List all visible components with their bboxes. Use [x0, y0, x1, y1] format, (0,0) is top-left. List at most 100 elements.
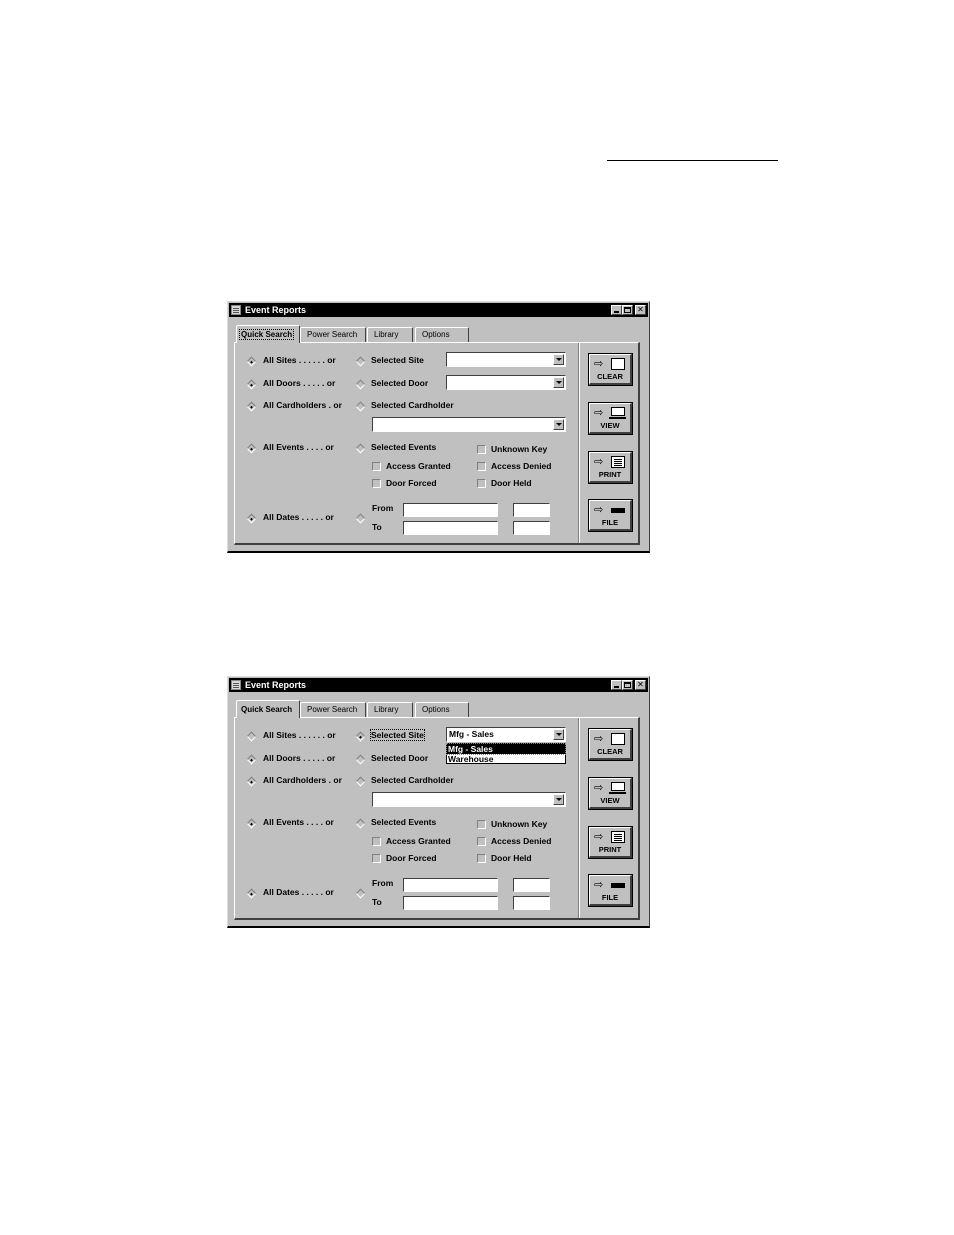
all-cardholders-radio[interactable] [246, 401, 257, 412]
all-dates-radio[interactable] [246, 513, 257, 524]
all-doors-label: All Doors . . . . . or [263, 753, 336, 763]
selected-site-label: Selected Site [371, 355, 424, 365]
from-date-input[interactable] [403, 503, 498, 517]
close-button[interactable]: ✕ [635, 305, 646, 315]
minimize-button[interactable] [611, 305, 622, 315]
selected-site-radio[interactable] [355, 356, 366, 367]
arrow-right-icon: ⇨ [594, 831, 604, 843]
view-button[interactable]: ⇨ VIEW [588, 402, 633, 435]
site-dropdown-list[interactable]: Mfg - Sales Warehouse [446, 743, 566, 764]
all-doors-radio[interactable] [246, 379, 257, 390]
chevron-down-icon[interactable] [553, 354, 564, 365]
access-granted-checkbox[interactable] [372, 837, 381, 846]
all-events-radio[interactable] [246, 443, 257, 454]
arrow-right-icon: ⇨ [594, 407, 604, 419]
tab-options[interactable]: Options [415, 327, 469, 342]
selected-events-label: Selected Events [371, 817, 437, 827]
door-forced-checkbox[interactable] [372, 479, 381, 488]
to-time-input[interactable] [513, 896, 550, 910]
view-button[interactable]: ⇨ VIEW [588, 777, 633, 810]
arrow-right-icon: ⇨ [594, 358, 604, 370]
all-cardholders-label: All Cardholders . or [263, 400, 342, 410]
quick-search-panel: All Sites . . . . . . or Selected Site M… [234, 717, 640, 920]
all-doors-radio[interactable] [246, 754, 257, 765]
access-granted-checkbox[interactable] [372, 462, 381, 471]
access-denied-checkbox[interactable] [477, 837, 486, 846]
print-button[interactable]: ⇨ PRINT [588, 826, 633, 859]
access-denied-checkbox[interactable] [477, 462, 486, 471]
all-cardholders-radio[interactable] [246, 776, 257, 787]
maximize-button[interactable] [622, 305, 633, 315]
selected-door-radio[interactable] [355, 379, 366, 390]
maximize-button[interactable] [622, 680, 633, 690]
selected-events-radio[interactable] [355, 818, 366, 829]
selected-door-radio[interactable] [355, 754, 366, 765]
all-events-radio[interactable] [246, 818, 257, 829]
from-time-input[interactable] [513, 878, 550, 892]
tab-options[interactable]: Options [415, 702, 469, 717]
selected-cardholder-radio[interactable] [355, 776, 366, 787]
file-button[interactable]: ⇨ FILE [588, 499, 633, 532]
title-bar[interactable]: Event Reports ✕ [229, 678, 648, 692]
site-combo[interactable]: Mfg - Sales [446, 727, 566, 742]
door-held-checkbox[interactable] [477, 854, 486, 863]
app-icon[interactable] [231, 305, 241, 315]
door-held-checkbox[interactable] [477, 479, 486, 488]
all-sites-radio[interactable] [246, 356, 257, 367]
site-combo[interactable] [446, 352, 566, 367]
from-date-input[interactable] [403, 878, 498, 892]
from-time-input[interactable] [513, 503, 550, 517]
close-button[interactable]: ✕ [635, 680, 646, 690]
tab-quick-search[interactable]: Quick Search [236, 325, 300, 343]
chevron-down-icon[interactable] [553, 419, 564, 430]
door-forced-label: Door Forced [386, 853, 437, 863]
to-time-input[interactable] [513, 521, 550, 535]
cardholder-combo[interactable] [372, 792, 566, 807]
door-forced-checkbox[interactable] [372, 854, 381, 863]
from-label: From [372, 878, 394, 888]
cardholder-combo[interactable] [372, 417, 566, 432]
selected-cardholder-label: Selected Cardholder [371, 775, 454, 785]
window-title: Event Reports [245, 680, 307, 690]
door-combo[interactable] [446, 375, 566, 390]
unknown-key-checkbox[interactable] [477, 820, 486, 829]
all-dates-radio[interactable] [246, 888, 257, 899]
tab-library[interactable]: Library [367, 327, 413, 342]
site-option-warehouse[interactable]: Warehouse [447, 754, 565, 764]
arrow-right-icon: ⇨ [594, 879, 604, 891]
print-button[interactable]: ⇨ PRINT [588, 451, 633, 484]
chevron-down-icon[interactable] [553, 729, 564, 740]
tab-power-search[interactable]: Power Search [300, 702, 366, 717]
to-date-input[interactable] [403, 896, 498, 910]
file-button[interactable]: ⇨ FILE [588, 874, 633, 907]
chevron-down-icon[interactable] [553, 794, 564, 805]
tab-library[interactable]: Library [367, 702, 413, 717]
document-icon [611, 831, 625, 843]
arrow-right-icon: ⇨ [594, 733, 604, 745]
chevron-down-icon[interactable] [553, 377, 564, 388]
app-icon[interactable] [231, 680, 241, 690]
tab-power-search[interactable]: Power Search [300, 327, 366, 342]
window-title: Event Reports [245, 305, 307, 315]
tab-quick-search[interactable]: Quick Search [236, 700, 300, 718]
selected-events-radio[interactable] [355, 443, 366, 454]
to-date-input[interactable] [403, 521, 498, 535]
selected-cardholder-label: Selected Cardholder [371, 400, 454, 410]
disk-drive-icon [611, 508, 625, 513]
disk-drive-icon [611, 883, 625, 888]
selected-door-label: Selected Door [371, 753, 429, 763]
selected-site-radio[interactable] [355, 731, 366, 742]
site-option-mfg-sales[interactable]: Mfg - Sales [446, 743, 566, 755]
selected-dates-radio[interactable] [355, 888, 366, 899]
minimize-button[interactable] [611, 680, 622, 690]
all-doors-label: All Doors . . . . . or [263, 378, 336, 388]
clear-button[interactable]: ⇨ CLEAR [588, 728, 633, 761]
title-bar[interactable]: Event Reports ✕ [229, 303, 648, 317]
selected-cardholder-radio[interactable] [355, 401, 366, 412]
selected-dates-radio[interactable] [355, 513, 366, 524]
all-sites-radio[interactable] [246, 731, 257, 742]
all-events-label: All Events . . . . or [263, 442, 334, 452]
access-granted-label: Access Granted [386, 461, 451, 471]
clear-button[interactable]: ⇨ CLEAR [588, 353, 633, 386]
unknown-key-checkbox[interactable] [477, 445, 486, 454]
